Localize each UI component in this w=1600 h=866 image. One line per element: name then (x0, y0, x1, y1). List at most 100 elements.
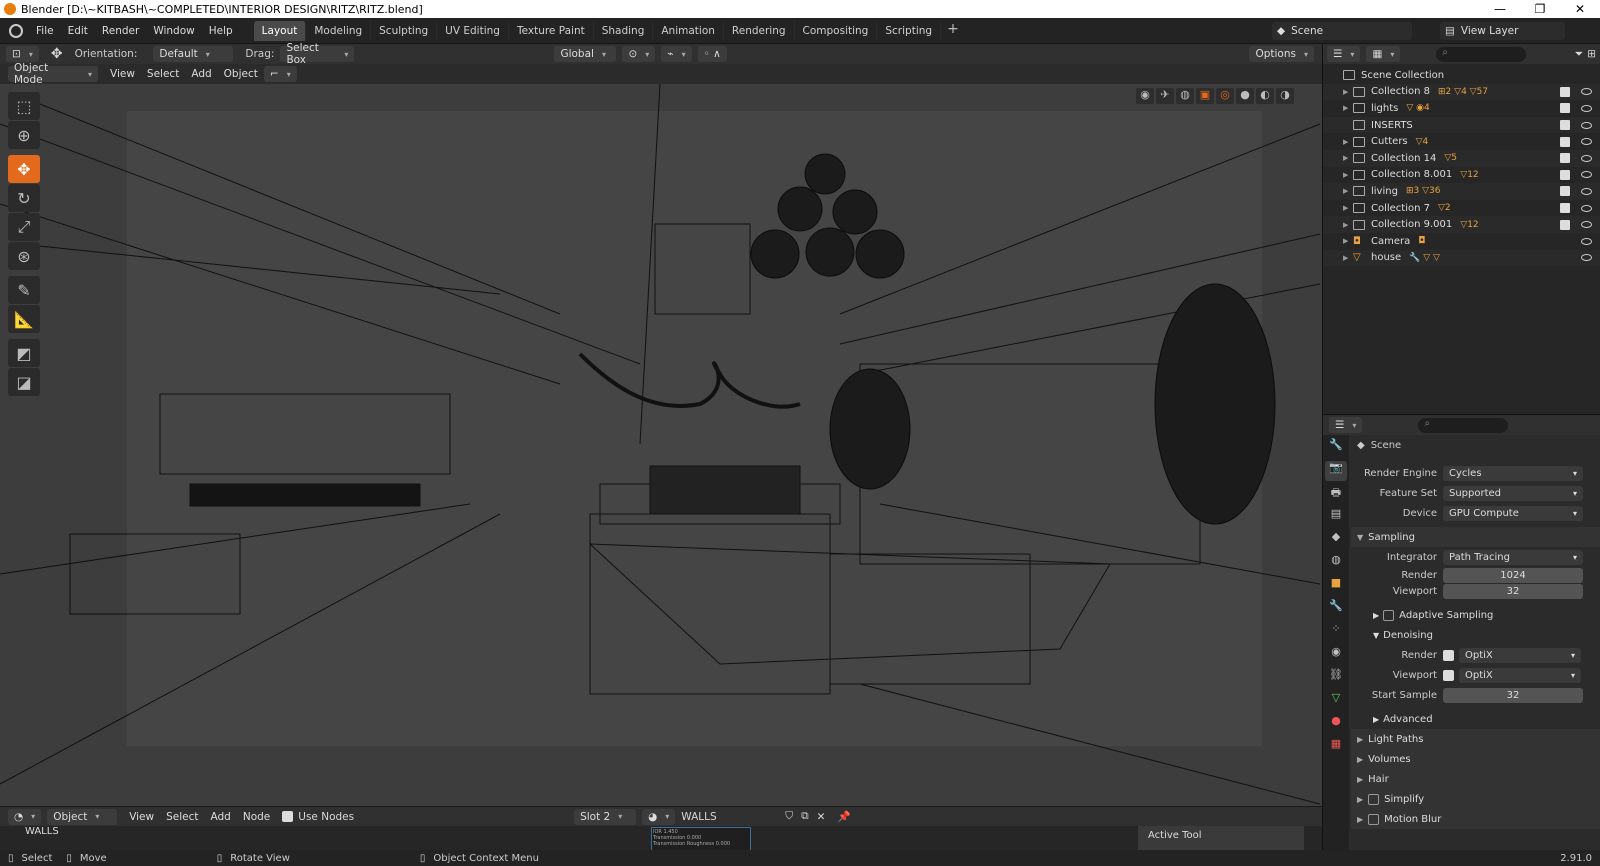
adaptive-sampling-checkbox[interactable] (1383, 609, 1395, 621)
eye-icon[interactable] (1581, 171, 1592, 179)
outliner-item[interactable]: ▶ Collection 8 ⊞2 ▽4 ▽57 (1323, 83, 1600, 101)
texture-tab-icon[interactable]: ▦ (1325, 737, 1347, 757)
hair-section[interactable]: ▶ Hair (1351, 769, 1600, 789)
outliner-item[interactable]: ▶ ▽ house 🔧 ▽ ▽ (1323, 249, 1600, 267)
tab-shading[interactable]: Shading (594, 20, 654, 41)
annotate-icon[interactable]: ✎ (8, 276, 40, 304)
menu-edit[interactable]: Edit (61, 25, 95, 37)
tab-compositing[interactable]: Compositing (795, 20, 878, 41)
blender-logo-icon[interactable] (9, 23, 23, 38)
start-sample-field[interactable]: 32 (1443, 687, 1583, 703)
tab-rendering[interactable]: Rendering (724, 20, 795, 41)
gizmo-icon[interactable]: ✈ (1156, 88, 1174, 104)
3d-viewport[interactable]: ◉ ✈ ◍ ▣ ◎ ● ◐ ◑ ⬚ ⊕ ✥ ↻ ⤢ ⊛ ✎ 📐 ◩ ◪ (0, 84, 1322, 806)
physics-tab-icon[interactable]: ◉ (1325, 645, 1347, 665)
use-nodes-checkbox[interactable] (282, 811, 294, 822)
eye-icon[interactable] (1581, 204, 1592, 212)
eye-icon[interactable] (1581, 154, 1592, 162)
rotate-icon[interactable]: ↻ (8, 184, 40, 212)
world-tab-icon[interactable]: ◍ (1325, 553, 1347, 573)
viewport-menu-add[interactable]: Add (185, 68, 217, 80)
overlay-icon[interactable]: ◍ (1176, 88, 1194, 104)
include-checkbox[interactable] (1560, 219, 1570, 230)
principled-bsdf-node[interactable]: IOR 1.450 Transmission 0.000 Transmissio… (651, 827, 751, 851)
close-button[interactable]: ✕ (1560, 2, 1600, 16)
active-tool-panel[interactable]: Active Tool (1138, 826, 1304, 850)
tab-animation[interactable]: Animation (653, 20, 724, 41)
feature-set-dropdown[interactable]: Supported ▾ (1443, 485, 1583, 501)
options-dropdown[interactable]: Options ▾ (1249, 46, 1314, 62)
outliner-type-dropdown[interactable]: ☰ ▾ (1327, 46, 1361, 62)
menu-render[interactable]: Render (95, 25, 146, 37)
outliner-root[interactable]: Scene Collection (1323, 67, 1600, 84)
view-layer-selector[interactable]: ▤ View Layer (1440, 22, 1565, 40)
object-tab-icon[interactable]: ■ (1325, 576, 1347, 596)
sampling-section[interactable]: ▼ Sampling (1351, 527, 1600, 547)
move-icon[interactable]: ✥ (8, 155, 40, 183)
denoising-row[interactable]: ▼ Denoising (1351, 625, 1600, 645)
add-cube-icon[interactable]: ◩ (8, 339, 40, 367)
scene-tab-icon[interactable]: ◆ (1325, 530, 1347, 550)
mode-dropdown[interactable]: Object Mode ▾ (8, 62, 98, 86)
tab-texture-paint[interactable]: Texture Paint (509, 20, 594, 41)
simplify-checkbox[interactable] (1368, 793, 1380, 805)
tab-uv-editing[interactable]: UV Editing (437, 20, 509, 41)
viewport-menu-object[interactable]: Object (218, 68, 264, 80)
editor-type-dropdown[interactable]: ⊡ ▾ (6, 46, 39, 62)
scene-selector[interactable]: ◆ Scene (1272, 22, 1412, 40)
outliner-item[interactable]: ▶ lights ▽ ◉4 (1323, 100, 1600, 117)
include-checkbox[interactable] (1560, 120, 1570, 131)
visibility-icon[interactable]: ◉ (1136, 88, 1154, 104)
properties-type-dropdown[interactable]: ☰ ▾ (1329, 417, 1363, 433)
tab-scripting[interactable]: Scripting (877, 20, 942, 41)
viewport-menu-view[interactable]: View (104, 68, 141, 80)
motion-blur-section[interactable]: ▶ Motion Blur (1351, 809, 1600, 829)
eye-icon[interactable] (1581, 88, 1592, 96)
include-checkbox[interactable] (1560, 136, 1570, 147)
proportional-edit-button[interactable]: ◦ ∧ (697, 46, 727, 62)
eye-icon[interactable] (1581, 254, 1592, 262)
node-object-dropdown[interactable]: Object ▾ (47, 808, 118, 825)
node-menu-select[interactable]: Select (160, 811, 204, 823)
transform-space-dropdown[interactable]: Global ▾ (554, 46, 617, 62)
device-dropdown[interactable]: GPU Compute ▾ (1443, 505, 1583, 521)
shader-editor-canvas[interactable]: WALLS IOR 1.450 Transmission 0.000 Trans… (0, 826, 1322, 851)
fake-user-icon[interactable]: ⛉ (785, 810, 793, 823)
node-menu-node[interactable]: Node (237, 811, 276, 823)
node-editor-type-dropdown[interactable]: ◔ ▾ (8, 808, 42, 825)
tab-layout[interactable]: Layout (253, 20, 307, 41)
eye-icon[interactable] (1581, 121, 1592, 129)
outliner-item[interactable]: ▶ Collection 14 ▽5 (1323, 149, 1600, 167)
render-tab-icon[interactable]: 📷 (1325, 461, 1347, 481)
new-collection-icon[interactable]: ⊞ (1587, 48, 1596, 60)
snap-dropdown[interactable]: ⌁ ▾ (661, 46, 692, 62)
tab-sculpting[interactable]: Sculpting (371, 20, 438, 41)
eye-icon[interactable] (1581, 138, 1592, 146)
transform-icon[interactable]: ⊛ (8, 242, 40, 270)
motion-blur-checkbox[interactable] (1368, 813, 1380, 825)
simplify-section[interactable]: ▶ Simplify (1351, 789, 1600, 809)
data-tab-icon[interactable]: ▽ (1325, 691, 1347, 711)
eye-icon[interactable] (1581, 221, 1592, 229)
add-workspace-button[interactable]: + (941, 21, 965, 41)
denoise-render-checkbox[interactable] (1443, 649, 1454, 661)
include-checkbox[interactable] (1560, 103, 1570, 114)
orientation-dropdown[interactable]: Default ▾ (153, 46, 234, 62)
viewport-samples-field[interactable]: 32 (1443, 583, 1583, 599)
outliner-item[interactable]: ▶ Collection 8.001 ▽12 (1323, 167, 1600, 184)
transform-tool-icon[interactable]: ✥ (51, 46, 63, 62)
light-paths-section[interactable]: ▶ Light Paths (1351, 729, 1600, 749)
outliner-item[interactable]: INSERTS (1323, 116, 1600, 134)
node-menu-view[interactable]: View (123, 811, 160, 823)
menu-file[interactable]: File (29, 25, 61, 37)
outliner-item[interactable]: ▶ Collection 9.001 ▽12 (1323, 216, 1600, 233)
filter-icon[interactable]: ⏷ (1575, 48, 1583, 61)
eye-icon[interactable] (1581, 104, 1592, 112)
pin-icon[interactable]: 📌 (837, 810, 850, 823)
pivot-dropdown[interactable]: ⊙ ▾ (622, 46, 656, 62)
duplicate-material-icon[interactable]: ⧉ (801, 810, 809, 823)
outliner-search-input[interactable]: ⌕ (1436, 46, 1527, 62)
adaptive-sampling-row[interactable]: ▶ Adaptive Sampling (1351, 605, 1600, 625)
maximize-button[interactable]: ❐ (1520, 2, 1560, 16)
outliner-item[interactable]: ▶ living ⊞3 ▽36 (1323, 183, 1600, 200)
